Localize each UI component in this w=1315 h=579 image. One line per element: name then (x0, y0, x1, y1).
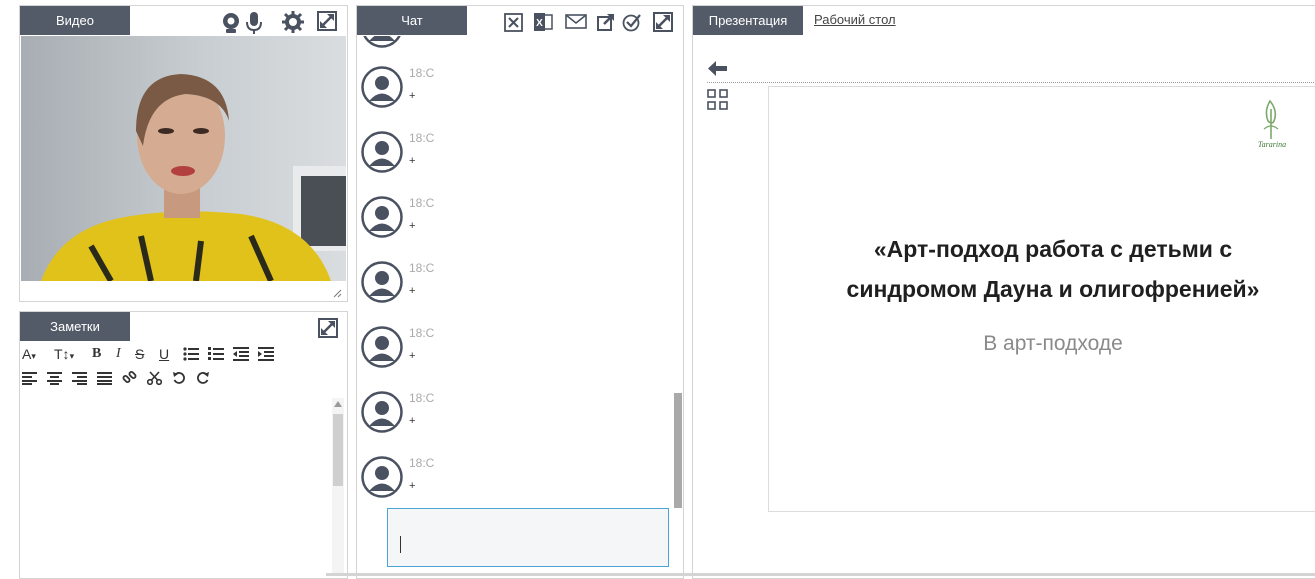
bold-icon[interactable]: B (92, 345, 101, 363)
back-arrow-icon[interactable] (708, 61, 727, 76)
scroll-up-icon[interactable] (334, 401, 342, 407)
avatar (361, 196, 403, 238)
message-text: + (409, 155, 416, 167)
list-item: 18:C + (357, 66, 667, 131)
underline-icon[interactable]: U (159, 345, 169, 363)
expand-icon[interactable] (318, 318, 338, 338)
svg-text:X: X (536, 18, 543, 29)
mail-icon[interactable] (565, 14, 587, 29)
italic-icon[interactable]: I (116, 345, 121, 363)
settings-gear-icon[interactable] (282, 11, 304, 33)
link-icon[interactable] (122, 371, 137, 386)
editor-toolbar-row-2 (22, 370, 342, 390)
microphone-icon[interactable] (245, 11, 263, 35)
webcam-icon[interactable] (221, 12, 241, 34)
message-time: 18:C (409, 66, 435, 80)
tab-desktop-link[interactable]: Рабочий стол (814, 12, 896, 27)
tab-notes[interactable]: Заметки (20, 312, 130, 341)
message-time: 18:C (409, 326, 435, 340)
avatar (361, 326, 403, 368)
chat-scroll-thumb[interactable] (674, 393, 682, 508)
chat-message-list[interactable]: 18:C + 18:C + 18:C + 18:C + 18:C + 18:C … (357, 36, 675, 506)
avatar (361, 261, 403, 303)
strikethrough-icon[interactable]: S (135, 345, 144, 363)
notes-scroll-thumb[interactable] (333, 414, 343, 486)
avatar (361, 456, 403, 498)
presentation-panel: Презентация Рабочий стол Tararina «Арт-п… (692, 5, 1315, 579)
outdent-icon[interactable] (233, 347, 249, 361)
message-text: + (409, 480, 416, 492)
check-icon[interactable] (622, 12, 642, 32)
bullet-list-icon[interactable] (183, 347, 199, 361)
logo: Tararina (1244, 95, 1302, 153)
video-panel: Видео (19, 5, 348, 302)
align-center-icon[interactable] (47, 372, 62, 385)
expand-icon[interactable] (317, 11, 337, 31)
numbered-list-icon[interactable] (208, 347, 224, 361)
chat-message-input[interactable] (387, 508, 669, 567)
avatar (361, 391, 403, 433)
divider (707, 82, 1315, 83)
notes-scrollbar[interactable] (332, 398, 344, 576)
slide-title: «Арт-подход работа с детьми с синдромом … (769, 229, 1315, 309)
editor-toolbar-row-1: A▾ T↕▾ B I S U (22, 345, 342, 365)
list-item: 18:C + (357, 261, 667, 326)
tab-presentation[interactable]: Презентация (693, 6, 803, 35)
expand-icon[interactable] (653, 12, 673, 32)
undo-icon[interactable] (172, 371, 186, 385)
tab-video[interactable]: Видео (20, 6, 130, 35)
message-text: + (409, 220, 416, 232)
message-time: 18:C (409, 391, 435, 405)
message-text: + (409, 285, 416, 297)
list-item: 18:C + (357, 456, 667, 506)
chat-panel: Чат X 18:C + 18:C + 18:C + 18:C + 18:C +… (356, 5, 684, 579)
cut-icon[interactable] (147, 371, 162, 386)
slide-subtitle: В арт-подходе (983, 332, 1123, 355)
message-time: 18:C (409, 456, 435, 470)
font-size-icon[interactable]: T↕▾ (54, 345, 74, 365)
notes-panel: Заметки A▾ T↕▾ B I S U (19, 311, 348, 579)
video-stream (21, 36, 346, 281)
avatar (361, 36, 403, 48)
slide-title-line-1: «Арт-подход работа с детьми с (873, 236, 1233, 262)
redo-icon[interactable] (196, 371, 210, 385)
excel-export-icon[interactable]: X (533, 12, 553, 32)
text-caret (400, 536, 401, 553)
logo-text: Tararina (1258, 140, 1286, 149)
message-text: + (409, 415, 416, 427)
align-right-icon[interactable] (72, 372, 87, 385)
avatar (361, 66, 403, 108)
align-left-icon[interactable] (22, 372, 37, 385)
list-item: 18:C + (357, 326, 667, 391)
grid-view-icon[interactable] (707, 89, 728, 110)
align-justify-icon[interactable] (97, 372, 112, 385)
list-item: 18:C + (357, 391, 667, 456)
list-item: 18:C + (357, 196, 667, 261)
message-time: 18:C (409, 196, 435, 210)
clear-chat-icon[interactable] (504, 13, 523, 32)
slide-title-line-2: синдромом Дауна и олигофренией» (846, 276, 1260, 302)
message-text: + (409, 90, 416, 102)
message-time: 18:C (409, 131, 435, 145)
indent-icon[interactable] (258, 347, 274, 361)
presentation-slide: Tararina «Арт-подход работа с детьми с с… (768, 86, 1315, 512)
external-link-icon[interactable] (597, 13, 615, 31)
message-text: + (409, 350, 416, 362)
tab-chat[interactable]: Чат (357, 6, 467, 35)
font-color-icon[interactable]: A▾ (22, 345, 36, 365)
list-item: 18:C + (357, 131, 667, 196)
message-time: 18:C (409, 261, 435, 275)
avatar (361, 131, 403, 173)
resize-handle-icon[interactable] (333, 289, 342, 298)
